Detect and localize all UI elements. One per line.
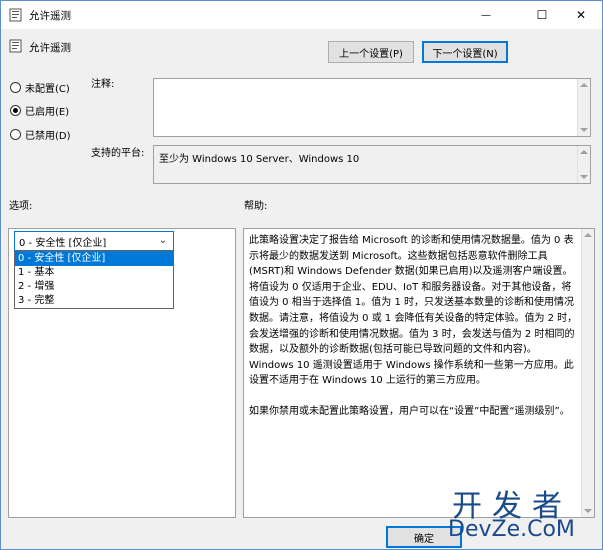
scroll-down-icon[interactable] xyxy=(580,128,588,132)
telemetry-level-dropdown: 0 - 安全性 [仅企业] 1 - 基本 2 - 增强 3 - 完整 xyxy=(14,251,174,309)
options-label: 选项: xyxy=(9,201,33,212)
supported-platform-label: 支持的平台: xyxy=(91,148,145,159)
comment-scrollbar[interactable] xyxy=(577,79,590,136)
telemetry-level-select[interactable]: 0 - 安全性 [仅企业] ⌄ xyxy=(14,231,174,251)
maximize-icon: ☐ xyxy=(536,8,548,22)
title-bar: 允许遥测 — ☐ ✕ xyxy=(1,1,602,29)
radio-enabled[interactable]: 已启用(E) xyxy=(10,103,69,118)
radio-circle-icon xyxy=(10,129,21,140)
help-text: 此策略设置决定了报告给 Microsoft 的诊断和使用情况数据量。值为 0 表… xyxy=(249,233,579,435)
watermark: 开发者 DevZe.CoM xyxy=(446,481,602,550)
radio-selected-icon xyxy=(10,105,21,116)
radio-not-configured[interactable]: 未配置(C) xyxy=(10,80,70,95)
previous-setting-button[interactable]: 上一个设置(P) xyxy=(328,41,414,63)
radio-label: 未配置(C) xyxy=(25,84,70,95)
minimize-icon: — xyxy=(481,9,491,21)
help-label: 帮助: xyxy=(244,201,268,212)
scroll-down-icon[interactable] xyxy=(580,175,588,179)
dropdown-option-security[interactable]: 0 - 安全性 [仅企业] xyxy=(15,252,173,266)
comment-label: 注释: xyxy=(91,79,115,90)
policy-setting-icon xyxy=(9,39,22,53)
supported-platform-box: 至少为 Windows 10 Server、Windows 10 xyxy=(153,145,591,184)
supported-platform-value: 至少为 Windows 10 Server、Windows 10 xyxy=(159,154,360,165)
scroll-up-icon[interactable] xyxy=(580,83,588,87)
close-icon: ✕ xyxy=(575,8,587,22)
help-scrollbar[interactable] xyxy=(581,229,594,517)
next-setting-button[interactable]: 下一个设置(N) xyxy=(422,41,508,63)
help-paragraph: 如果你禁用或未配置此策略设置，用户可以在“设置”中配置“遥测级别”。 xyxy=(249,405,570,417)
dropdown-option-basic[interactable]: 1 - 基本 xyxy=(15,266,173,280)
dropdown-option-enhanced[interactable]: 2 - 增强 xyxy=(15,280,173,294)
minimize-button[interactable]: — xyxy=(463,1,509,29)
radio-label: 已禁用(D) xyxy=(25,131,71,142)
policy-document-icon xyxy=(9,8,22,22)
select-value: 0 - 安全性 [仅企业] xyxy=(19,237,107,249)
radio-disabled[interactable]: 已禁用(D) xyxy=(10,127,71,142)
radio-label: 已启用(E) xyxy=(25,107,70,118)
watermark-bottom: DevZe.CoM xyxy=(448,517,575,542)
platform-scrollbar[interactable] xyxy=(577,146,590,183)
window-title: 允许遥测 xyxy=(29,10,71,22)
scroll-up-icon[interactable] xyxy=(584,233,592,237)
scroll-up-icon[interactable] xyxy=(580,150,588,154)
chevron-down-icon: ⌄ xyxy=(158,235,167,246)
radio-circle-icon xyxy=(10,82,21,93)
help-panel: 此策略设置决定了报告给 Microsoft 的诊断和使用情况数据量。值为 0 表… xyxy=(243,228,595,518)
policy-window: 允许遥测 — ☐ ✕ 允许遥测 上一个设置(P) 下一个设置(N) 未配置(C)… xyxy=(0,0,603,550)
policy-name: 允许遥测 xyxy=(29,42,71,54)
dropdown-option-full[interactable]: 3 - 完整 xyxy=(15,294,173,308)
close-button[interactable]: ✕ xyxy=(558,1,603,29)
help-paragraph: 此策略设置决定了报告给 Microsoft 的诊断和使用情况数据量。值为 0 表… xyxy=(249,235,578,387)
comment-textarea[interactable] xyxy=(153,78,591,137)
